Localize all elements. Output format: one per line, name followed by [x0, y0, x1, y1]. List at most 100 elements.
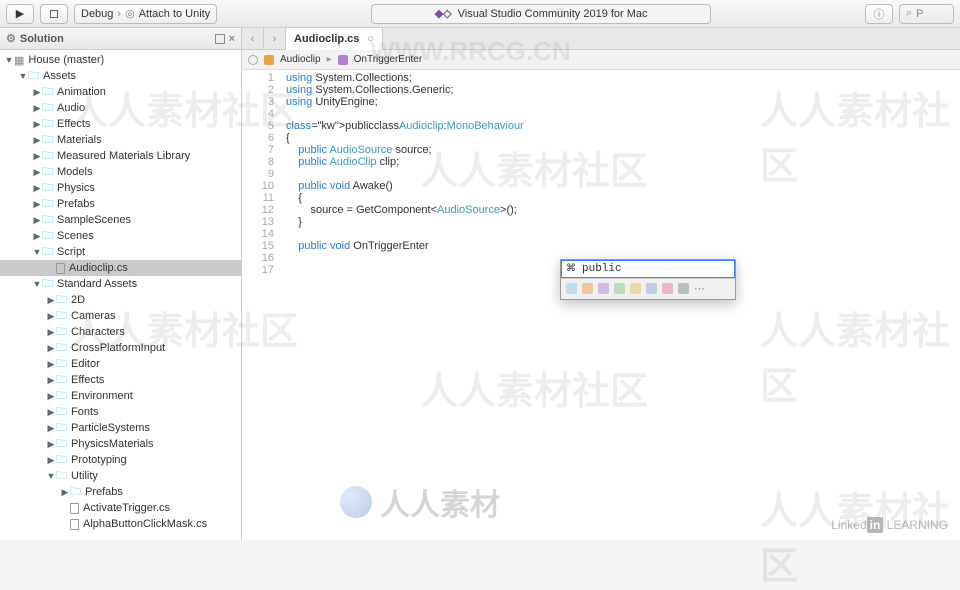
intellisense-popup[interactable]: ⌘ public ⋯: [560, 259, 736, 300]
code-line[interactable]: 4: [242, 108, 960, 120]
caret-icon: ▶: [32, 87, 42, 98]
tree-item[interactable]: ▶🗀Prefabs: [0, 484, 241, 500]
code-line[interactable]: 2using System.Collections.Generic;: [242, 84, 960, 96]
caret-icon: ▶: [32, 167, 42, 178]
attach-label: Attach to Unity: [139, 8, 211, 20]
filter-icon[interactable]: [646, 283, 657, 294]
line-number: 11: [242, 192, 286, 204]
tree-item[interactable]: ▶🗀Scenes: [0, 228, 241, 244]
filter-icon[interactable]: [614, 283, 625, 294]
code-line[interactable]: 3using UnityEngine;: [242, 96, 960, 108]
solution-header: ⚙ Solution ×: [0, 28, 241, 50]
file-icon: [70, 519, 79, 530]
chevron-right-icon: ›: [117, 8, 121, 20]
filter-icon[interactable]: [630, 283, 641, 294]
tree-item[interactable]: ▶🗀Cameras: [0, 308, 241, 324]
line-number: 7: [242, 144, 286, 156]
panel-dock-button[interactable]: [215, 34, 225, 44]
file-icon: [70, 503, 79, 514]
tree-item[interactable]: ▼🗀Script: [0, 244, 241, 260]
filter-icon[interactable]: [582, 283, 593, 294]
code-area[interactable]: 1using System.Collections;2using System.…: [242, 70, 960, 540]
tree-item[interactable]: ▶🗀SampleScenes: [0, 212, 241, 228]
breadcrumb[interactable]: Audioclip ▸ OnTriggerEnter: [242, 50, 960, 70]
tree-item[interactable]: ▶🗀ParticleSystems: [0, 420, 241, 436]
code-line[interactable]: 8 public AudioClip clip;: [242, 156, 960, 168]
tree-item[interactable]: ▶🗀PhysicsMaterials: [0, 436, 241, 452]
tree-item[interactable]: ▶🗀Fonts: [0, 404, 241, 420]
tree-label: Prefabs: [85, 486, 123, 498]
tree-item[interactable]: ▶🗀Animation: [0, 84, 241, 100]
line-number: 12: [242, 204, 286, 216]
notifications-button[interactable]: ⓘ: [865, 4, 893, 24]
tree-item[interactable]: ▶🗀Prefabs: [0, 196, 241, 212]
code-line[interactable]: 9: [242, 168, 960, 180]
code-line[interactable]: 10 public void Awake(): [242, 180, 960, 192]
tree-item[interactable]: ▶🗀Audio: [0, 100, 241, 116]
code-line[interactable]: 12 source = GetComponent<AudioSource>();: [242, 204, 960, 216]
filter-icon[interactable]: [678, 283, 689, 294]
tree-label: Audioclip.cs: [69, 262, 128, 274]
tree-label: Animation: [57, 86, 106, 98]
tree-item[interactable]: ▶🗀Models: [0, 164, 241, 180]
tree-item[interactable]: ▶🗀CrossPlatformInput: [0, 340, 241, 356]
intellisense-item[interactable]: ⌘ public: [561, 260, 735, 278]
tree-item[interactable]: ▶🗀Materials: [0, 132, 241, 148]
file-tab[interactable]: Audioclip.cs ○: [286, 28, 383, 50]
tab-back-button[interactable]: ‹: [242, 28, 264, 50]
code-line[interactable]: 1using System.Collections;: [242, 72, 960, 84]
tree-item[interactable]: ▶🗀2D: [0, 292, 241, 308]
solution-title: Solution: [20, 33, 64, 45]
filter-icon[interactable]: [598, 283, 609, 294]
search-input[interactable]: ⌕ P: [899, 4, 954, 24]
tree-item[interactable]: ▶🗀Physics: [0, 180, 241, 196]
caret-icon: ▶: [46, 311, 56, 322]
tab-close-button[interactable]: ○: [367, 33, 374, 45]
tree-item[interactable]: ▶🗀Prototyping: [0, 452, 241, 468]
code-line[interactable]: 7 public AudioSource source;: [242, 144, 960, 156]
solution-tree[interactable]: ▼ ▦ House (master) ▼🗀Assets▶🗀Animation▶🗀…: [0, 50, 241, 540]
code-line[interactable]: 15 public void OnTriggerEnter: [242, 240, 960, 252]
tree-item[interactable]: ▼🗀Standard Assets: [0, 276, 241, 292]
tree-item[interactable]: ▼🗀Utility: [0, 468, 241, 484]
tree-item[interactable]: ▼🗀Assets: [0, 68, 241, 84]
debug-config[interactable]: Debug › ◎ Attach to Unity: [74, 4, 217, 24]
code-line[interactable]: 14: [242, 228, 960, 240]
tree-item[interactable]: ActivateTrigger.cs: [0, 500, 241, 516]
tree-label: Audio: [57, 102, 85, 114]
caret-icon: ▶: [46, 375, 56, 386]
tree-item[interactable]: Audioclip.cs: [0, 260, 241, 276]
tab-forward-button[interactable]: ›: [264, 28, 286, 50]
caret-down-icon: ▼: [4, 55, 14, 65]
tree-item[interactable]: ▶🗀Characters: [0, 324, 241, 340]
run-button[interactable]: ▶: [6, 4, 34, 24]
tree-item[interactable]: ▶🗀Effects: [0, 116, 241, 132]
tree-item[interactable]: ▶🗀Effects: [0, 372, 241, 388]
code-line[interactable]: 6{: [242, 132, 960, 144]
code-line[interactable]: 5class="kw">public class Audioclip : Mon…: [242, 120, 960, 132]
settings-icon[interactable]: ⚙: [6, 32, 16, 45]
line-number: 6: [242, 132, 286, 144]
tree-item[interactable]: ▶🗀Measured Materials Library: [0, 148, 241, 164]
caret-icon: ▶: [32, 199, 42, 210]
intellisense-filters[interactable]: ⋯: [561, 278, 735, 299]
config-button[interactable]: [40, 4, 68, 24]
tree-label: AlphaButtonClickMask.cs: [83, 518, 207, 530]
more-icon[interactable]: ⋯: [694, 283, 705, 295]
line-number: 2: [242, 84, 286, 96]
line-number: 1: [242, 72, 286, 84]
code-line[interactable]: 13 }: [242, 216, 960, 228]
filter-icon[interactable]: [566, 283, 577, 294]
tree-label: Effects: [57, 118, 90, 130]
panel-close-button[interactable]: ×: [229, 33, 235, 45]
line-number: 17: [242, 264, 286, 276]
caret-icon: ▶: [32, 215, 42, 226]
tree-item[interactable]: AlphaButtonClickMask.cs: [0, 516, 241, 532]
filter-icon[interactable]: [662, 283, 673, 294]
tree-label: SampleScenes: [57, 214, 131, 226]
tree-item[interactable]: ▶🗀Environment: [0, 388, 241, 404]
tree-item[interactable]: ▶🗀Editor: [0, 356, 241, 372]
tree-label: Utility: [71, 470, 98, 482]
code-line[interactable]: 11 {: [242, 192, 960, 204]
folder-icon: 🗀: [70, 483, 81, 502]
